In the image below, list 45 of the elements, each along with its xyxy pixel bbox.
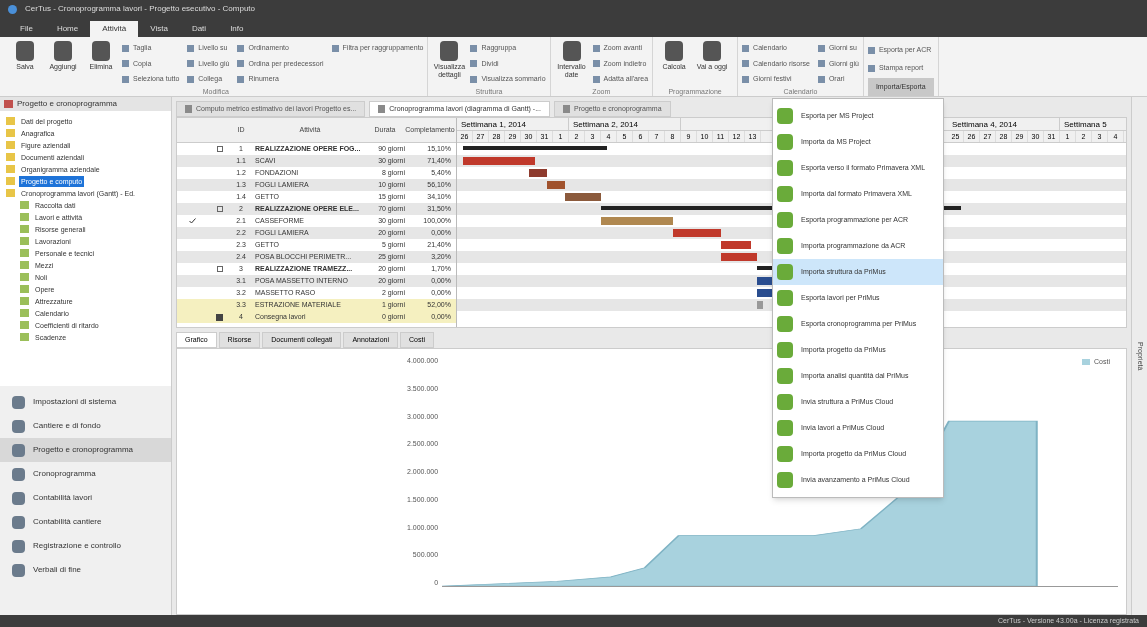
collapse-icon[interactable]: [217, 206, 223, 212]
document-icon: [92, 41, 110, 61]
collapse-icon[interactable]: [217, 146, 223, 152]
ribbon-tab[interactable]: Dati: [179, 21, 219, 37]
module-icon: [12, 419, 25, 433]
document-icon: [54, 41, 72, 61]
nav-button[interactable]: Verbali di fine: [0, 558, 171, 582]
document-icon: [665, 41, 684, 61]
module-icon: [12, 395, 25, 409]
small-tool-icon: [867, 65, 875, 72]
ribbon-tab[interactable]: File: [8, 21, 45, 37]
document-icon: [703, 41, 722, 61]
document-icon: [440, 41, 459, 61]
calendar-icon: [216, 313, 223, 321]
nav-button[interactable]: Contabilità lavori: [0, 486, 171, 510]
module-icon: [12, 491, 25, 505]
app-logo-icon: [8, 4, 17, 14]
module-icon: [12, 467, 25, 481]
ribbon-tab[interactable]: Attività: [90, 21, 139, 37]
document-icon: [562, 41, 581, 61]
module-icon: [12, 539, 25, 553]
ribbon-tab[interactable]: Info: [218, 21, 256, 37]
document-icon: [185, 105, 192, 113]
timeline-period: Settimana 4, 2014: [948, 118, 1060, 130]
document-icon: [563, 105, 570, 113]
nav-button[interactable]: Progetto e cronoprogramma: [0, 438, 171, 462]
timeline-period: Settimana 1, 2014: [457, 118, 569, 130]
collapse-icon[interactable]: [217, 266, 223, 272]
timeline-period: Settimana 2, 2014: [569, 118, 681, 130]
nav-button[interactable]: Cronoprogramma: [0, 462, 171, 486]
module-icon: [12, 443, 25, 457]
module-icon: [12, 515, 25, 529]
document-icon: [16, 41, 34, 61]
document-icon: [378, 105, 386, 113]
nav-button[interactable]: Registrazione e controllo: [0, 534, 171, 558]
nav-button[interactable]: Impostazioni di sistema: [0, 390, 171, 414]
small-tool-icon: [331, 45, 339, 53]
module-icon: [12, 563, 25, 577]
nav-button[interactable]: Cantiere e di fondo: [0, 414, 171, 438]
ribbon-tab[interactable]: Home: [44, 21, 91, 37]
window-title: CerTus - Cronoprogramma lavori - Progetto esecutivo - Computo: [25, 3, 255, 15]
panel-title: Progetto e cronoprogramma: [17, 98, 118, 110]
nav-button[interactable]: Contabilità cantiere: [0, 510, 171, 534]
ribbon-tab[interactable]: Vista: [138, 21, 180, 37]
small-tool-icon: [867, 46, 875, 54]
